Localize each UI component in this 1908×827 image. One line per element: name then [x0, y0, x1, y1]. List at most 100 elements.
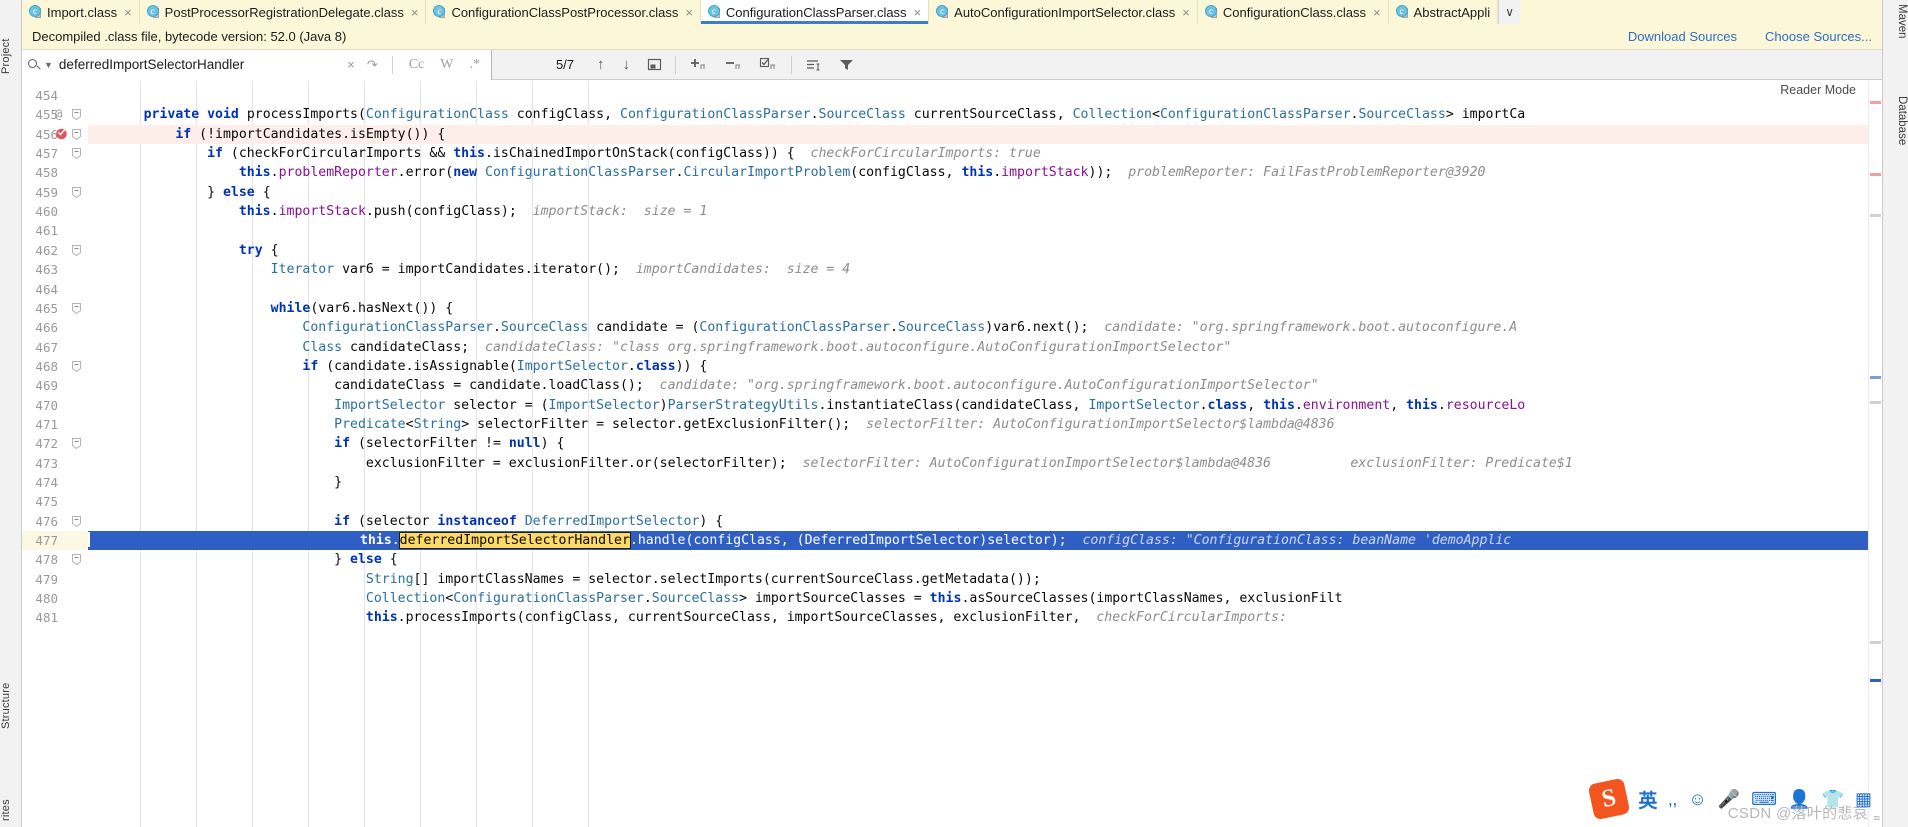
- gutter-line[interactable]: 468: [22, 357, 88, 376]
- fold-collapse-icon[interactable]: [72, 515, 81, 527]
- fold-collapse-icon[interactable]: [72, 360, 81, 372]
- code-marker[interactable]: [1870, 214, 1881, 217]
- error-marker-strip[interactable]: [1868, 81, 1882, 827]
- gutter-line[interactable]: 476: [22, 512, 88, 531]
- fold-collapse-icon[interactable]: [72, 186, 81, 198]
- remove-filter-icon[interactable]: [716, 57, 751, 72]
- punctuation-icon[interactable]: ‚,: [1668, 789, 1677, 810]
- code-line[interactable]: candidateClass = candidate.loadClass(); …: [88, 376, 1868, 395]
- gutter-line[interactable]: 455 @: [22, 105, 88, 124]
- code-content[interactable]: private void processImports(Configuratio…: [88, 81, 1868, 827]
- gutter-line[interactable]: 457: [22, 144, 88, 163]
- code-line[interactable]: [88, 492, 1868, 511]
- editor-tab[interactable]: c Import.class ×: [22, 0, 140, 24]
- code-line[interactable]: this.problemReporter.error(new Configura…: [88, 163, 1868, 182]
- gutter-line[interactable]: 466: [22, 318, 88, 337]
- reader-mode-label[interactable]: Reader Mode: [1780, 83, 1856, 97]
- find-field-wrapper[interactable]: ▼ × ↷ Cc W .*: [22, 49, 492, 80]
- language-mode-icon[interactable]: 英: [1638, 786, 1657, 813]
- gutter-line[interactable]: 473: [22, 454, 88, 473]
- code-line[interactable]: private void processImports(Configuratio…: [88, 105, 1868, 124]
- editor-tab[interactable]: c AbstractAppli: [1389, 0, 1499, 24]
- next-occurrence-icon[interactable]: ↓: [614, 56, 640, 73]
- sidebar-item-database[interactable]: Database: [1882, 96, 1908, 145]
- code-line[interactable]: this.importStack.push(configClass); impo…: [88, 202, 1868, 221]
- gutter-line[interactable]: 478: [22, 550, 88, 569]
- emoji-icon[interactable]: ☺: [1688, 789, 1706, 810]
- match-case-icon[interactable]: Cc: [404, 57, 430, 73]
- code-line[interactable]: Predicate<String> selectorFilter = selec…: [88, 415, 1868, 434]
- close-icon[interactable]: ×: [124, 6, 132, 19]
- close-icon[interactable]: ×: [685, 6, 693, 19]
- gutter-line[interactable]: 480: [22, 589, 88, 608]
- chevron-down-icon[interactable]: ▼: [44, 60, 53, 70]
- add-filter-icon[interactable]: [681, 57, 716, 72]
- code-marker[interactable]: [1870, 641, 1881, 644]
- clear-search-icon[interactable]: ×: [344, 57, 358, 72]
- close-icon[interactable]: ×: [411, 6, 419, 19]
- editor-tab[interactable]: c ConfigurationClassPostProcessor.class ×: [426, 0, 701, 24]
- gutter-line[interactable]: 460: [22, 202, 88, 221]
- gutter-line[interactable]: 456: [22, 125, 88, 144]
- fold-collapse-icon[interactable]: [72, 302, 81, 314]
- gutter-line[interactable]: 463: [22, 260, 88, 279]
- gutter-line[interactable]: 459: [22, 183, 88, 202]
- regex-icon[interactable]: .*: [465, 57, 486, 73]
- fold-collapse-icon[interactable]: [72, 109, 81, 121]
- code-line[interactable]: while(var6.hasNext()) {: [88, 299, 1868, 318]
- gutter-line[interactable]: 481: [22, 608, 88, 627]
- gutter-line[interactable]: 475: [22, 492, 88, 511]
- code-line[interactable]: if (!importCandidates.isEmpty()) {: [88, 124, 1868, 145]
- editor-tab[interactable]: c ConfigurationClassParser.class ×: [700, 0, 930, 24]
- fold-collapse-icon[interactable]: [72, 148, 81, 160]
- code-line[interactable]: ConfigurationClassParser.SourceClass can…: [88, 318, 1868, 337]
- code-marker[interactable]: [1870, 173, 1881, 176]
- gutter-line[interactable]: 454: [22, 86, 88, 105]
- code-marker[interactable]: [1870, 679, 1881, 682]
- fold-collapse-icon[interactable]: [72, 128, 81, 140]
- gutter-line[interactable]: 471: [22, 415, 88, 434]
- code-line[interactable]: if (candidate.isAssignable(ImportSelecto…: [88, 357, 1868, 376]
- code-line[interactable]: [88, 86, 1868, 105]
- download-sources-link[interactable]: Download Sources: [1628, 29, 1737, 44]
- gutter-line[interactable]: 472: [22, 434, 88, 453]
- toggle-filter-icon[interactable]: [751, 57, 786, 72]
- gutter-line[interactable]: 464: [22, 280, 88, 299]
- search-input[interactable]: [58, 57, 339, 72]
- words-icon[interactable]: W: [435, 57, 458, 73]
- format-list-icon[interactable]: [797, 57, 830, 72]
- gutter-line[interactable]: 477: [22, 531, 88, 551]
- close-icon[interactable]: ×: [1373, 6, 1381, 19]
- editor-tab[interactable]: c AutoConfigurationImportSelector.class ×: [929, 0, 1198, 24]
- gutter-line[interactable]: 461: [22, 221, 88, 240]
- editor-gutter[interactable]: 454 455 @456 457 458 459 460 461 462 463 464 465 466…: [22, 81, 88, 827]
- gutter-line[interactable]: 479: [22, 570, 88, 589]
- gutter-line[interactable]: 474: [22, 473, 88, 492]
- code-line[interactable]: this.deferredImportSelectorHandler.handl…: [88, 531, 1868, 551]
- code-line[interactable]: this.processImports(configClass, current…: [88, 608, 1868, 627]
- gutter-line[interactable]: 465: [22, 299, 88, 318]
- code-line[interactable]: } else {: [88, 550, 1868, 569]
- code-line[interactable]: } else {: [88, 183, 1868, 202]
- code-line[interactable]: exclusionFilter = exclusionFilter.or(sel…: [88, 454, 1868, 473]
- sidebar-item-structure[interactable]: Structure: [0, 649, 22, 729]
- code-line[interactable]: }: [88, 473, 1868, 492]
- select-all-occurrences-icon[interactable]: [639, 57, 670, 72]
- editor-tab[interactable]: c ConfigurationClass.class ×: [1198, 0, 1389, 24]
- code-line[interactable]: Iterator var6 = importCandidates.iterato…: [88, 260, 1868, 279]
- close-icon[interactable]: ×: [1182, 6, 1190, 19]
- code-marker[interactable]: [1870, 401, 1881, 404]
- code-marker[interactable]: [1870, 376, 1881, 379]
- gutter-line[interactable]: 467: [22, 338, 88, 357]
- chevron-down-icon[interactable]: ∨: [1498, 0, 1521, 24]
- code-line[interactable]: Class candidateClass; candidateClass: "c…: [88, 338, 1868, 357]
- gutter-line[interactable]: 470: [22, 396, 88, 415]
- new-line-icon[interactable]: ↷: [364, 57, 381, 73]
- prev-occurrence-icon[interactable]: ↑: [588, 56, 614, 73]
- gutter-line[interactable]: 458: [22, 163, 88, 182]
- annotation-icon[interactable]: @: [55, 105, 62, 124]
- gutter-line[interactable]: 469: [22, 376, 88, 395]
- search-icon[interactable]: [28, 58, 42, 72]
- code-line[interactable]: try {: [88, 241, 1868, 260]
- code-line[interactable]: [88, 280, 1868, 299]
